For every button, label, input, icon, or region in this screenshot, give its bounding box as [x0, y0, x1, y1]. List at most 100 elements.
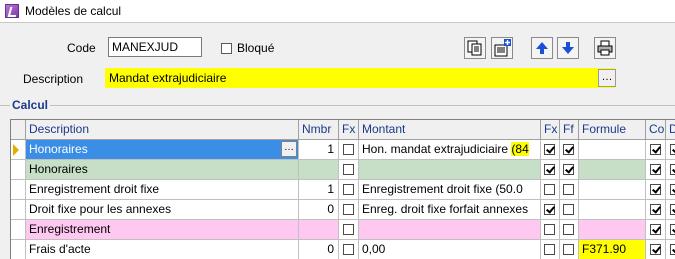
- cell-co[interactable]: [646, 160, 666, 180]
- cell-description[interactable]: Honoraires: [26, 160, 299, 180]
- cell-fx[interactable]: [339, 200, 359, 220]
- di-checkbox[interactable]: [670, 184, 675, 195]
- cell-description[interactable]: Enregistrement droit fixe: [26, 180, 299, 200]
- ff-checkbox[interactable]: [563, 144, 574, 155]
- cell-fx[interactable]: [339, 160, 359, 180]
- fx2-checkbox[interactable]: [544, 244, 555, 255]
- cell-fx2[interactable]: [541, 160, 560, 180]
- ff-checkbox[interactable]: [563, 164, 574, 175]
- cell-ff[interactable]: [560, 240, 579, 259]
- fx2-checkbox[interactable]: [544, 224, 555, 235]
- bloque-checkbox[interactable]: [221, 43, 232, 54]
- cell-ff[interactable]: [560, 140, 579, 160]
- cell-nmbr[interactable]: [299, 220, 339, 240]
- co-checkbox[interactable]: [650, 224, 661, 235]
- cell-nmbr[interactable]: [299, 160, 339, 180]
- ff-checkbox[interactable]: [563, 184, 574, 195]
- cell-di[interactable]: [666, 200, 675, 220]
- cell-co[interactable]: [646, 180, 666, 200]
- cell-description[interactable]: Honoraires…: [26, 140, 299, 160]
- move-up-button[interactable]: [531, 37, 553, 59]
- header-montant[interactable]: Montant: [359, 120, 541, 140]
- co-checkbox[interactable]: [650, 144, 661, 155]
- cell-fx[interactable]: [339, 240, 359, 259]
- di-checkbox[interactable]: [670, 204, 675, 215]
- cell-nmbr[interactable]: 1: [299, 180, 339, 200]
- print-button[interactable]: [594, 37, 616, 59]
- table-row[interactable]: Enregistrement: [11, 220, 675, 240]
- table-row[interactable]: Honoraires … 1 Hon. mandat extrajudiciair…: [11, 140, 675, 160]
- co-checkbox[interactable]: [650, 164, 661, 175]
- move-down-button[interactable]: [557, 37, 579, 59]
- cell-nmbr[interactable]: 1: [299, 140, 339, 160]
- cell-co[interactable]: [646, 220, 666, 240]
- cell-ff[interactable]: [560, 180, 579, 200]
- fx-checkbox[interactable]: [343, 244, 354, 255]
- cell-ff[interactable]: [560, 220, 579, 240]
- cell-montant[interactable]: 0,00: [359, 240, 541, 259]
- cell-fx[interactable]: [339, 180, 359, 200]
- header-formule[interactable]: Formule: [579, 120, 646, 140]
- cell-fx[interactable]: [339, 140, 359, 160]
- description-browse-button[interactable]: …: [598, 69, 616, 87]
- table-row[interactable]: Honoraires: [11, 160, 675, 180]
- cell-description[interactable]: Enregistrement: [26, 220, 299, 240]
- cell-description[interactable]: Droit fixe pour les annexes: [26, 200, 299, 220]
- cell-formule[interactable]: [579, 140, 646, 160]
- cell-montant[interactable]: [359, 160, 541, 180]
- di-checkbox[interactable]: [670, 244, 675, 255]
- ff-checkbox[interactable]: [563, 204, 574, 215]
- co-checkbox[interactable]: [650, 244, 661, 255]
- cell-fx2[interactable]: [541, 180, 560, 200]
- fx2-checkbox[interactable]: [544, 184, 555, 195]
- cell-formule[interactable]: [579, 180, 646, 200]
- fx2-checkbox[interactable]: [544, 164, 555, 175]
- cell-nmbr[interactable]: 0: [299, 240, 339, 259]
- header-fx2[interactable]: Fx: [541, 120, 560, 140]
- cell-di[interactable]: [666, 240, 675, 259]
- cell-montant[interactable]: Enreg. droit fixe forfait annexes: [359, 200, 541, 220]
- table-row[interactable]: Enregistrement droit fixe 1 Enregistreme…: [11, 180, 675, 200]
- cell-montant[interactable]: Enregistrement droit fixe (50.0: [359, 180, 541, 200]
- cell-fx2[interactable]: [541, 200, 560, 220]
- fx-checkbox[interactable]: [343, 204, 354, 215]
- cell-montant[interactable]: Hon. mandat extrajudiciaire (84: [359, 140, 541, 160]
- cell-di[interactable]: [666, 180, 675, 200]
- table-row[interactable]: Droit fixe pour les annexes 0 Enreg. dro…: [11, 200, 675, 220]
- cell-formule[interactable]: [579, 200, 646, 220]
- cell-fx[interactable]: [339, 220, 359, 240]
- cell-description[interactable]: Frais d'acte: [26, 240, 299, 259]
- cell-co[interactable]: [646, 140, 666, 160]
- cell-fx2[interactable]: [541, 240, 560, 259]
- di-checkbox[interactable]: [670, 164, 675, 175]
- header-di[interactable]: Di: [666, 120, 675, 140]
- cell-di[interactable]: [666, 140, 675, 160]
- header-nmbr[interactable]: Nmbr: [299, 120, 339, 140]
- cell-co[interactable]: [646, 200, 666, 220]
- fx-checkbox[interactable]: [343, 144, 354, 155]
- header-co[interactable]: Co: [646, 120, 666, 140]
- cell-nmbr[interactable]: 0: [299, 200, 339, 220]
- header-ff[interactable]: Ff: [560, 120, 579, 140]
- table-row[interactable]: Frais d'acte 0 0,00 F371.90: [11, 240, 675, 259]
- ff-checkbox[interactable]: [563, 244, 574, 255]
- new-record-button[interactable]: [491, 37, 513, 59]
- copy-button[interactable]: [464, 37, 486, 59]
- cell-di[interactable]: [666, 160, 675, 180]
- fx2-checkbox[interactable]: [544, 204, 555, 215]
- description-field[interactable]: Mandat extrajudiciaire: [105, 68, 615, 88]
- di-checkbox[interactable]: [670, 224, 675, 235]
- header-fx[interactable]: Fx: [339, 120, 359, 140]
- cell-formule[interactable]: [579, 160, 646, 180]
- header-description[interactable]: Description: [26, 120, 299, 140]
- cell-formule[interactable]: F371.90: [579, 240, 646, 259]
- cell-ff[interactable]: [560, 200, 579, 220]
- cell-fx2[interactable]: [541, 140, 560, 160]
- cell-ff[interactable]: [560, 160, 579, 180]
- di-checkbox[interactable]: [670, 144, 675, 155]
- fx2-checkbox[interactable]: [544, 144, 555, 155]
- fx-checkbox[interactable]: [343, 164, 354, 175]
- cell-browse-button[interactable]: …: [281, 141, 297, 157]
- code-field[interactable]: MANEXJUD: [108, 37, 202, 57]
- fx-checkbox[interactable]: [343, 224, 354, 235]
